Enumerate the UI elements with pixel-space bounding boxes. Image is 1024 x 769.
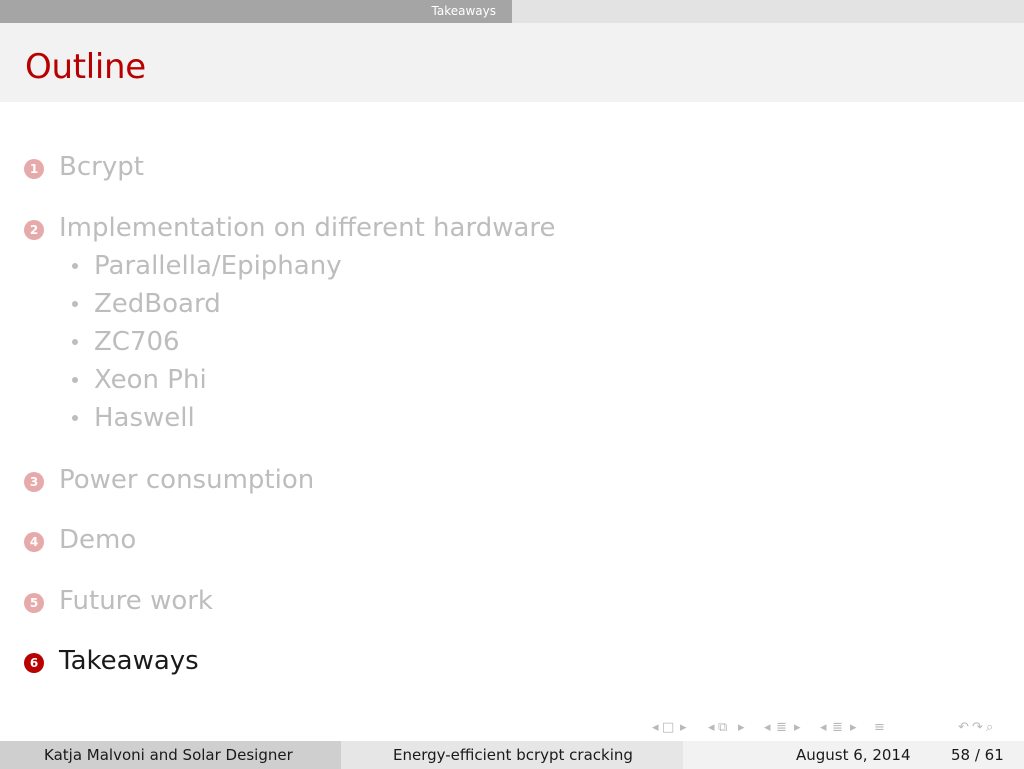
bullet-icon [72, 377, 78, 383]
subsection-back-icon[interactable]: ◂ [708, 718, 715, 738]
subsection-forward-icon[interactable]: ▸ [738, 718, 745, 738]
forward-icon[interactable]: ↷ [972, 718, 983, 738]
footer-talk-title: Energy-efficient bcrypt cracking [393, 746, 633, 764]
back-icon[interactable]: ↶ [958, 718, 969, 738]
section-label[interactable]: Takeaways [59, 646, 199, 676]
bullet-icon [72, 263, 78, 269]
subsection-label[interactable]: Haswell [94, 403, 195, 433]
section-label[interactable]: Demo [59, 525, 136, 555]
outline-subsection[interactable]: ZC706 [24, 327, 624, 357]
appendix-forward-icon[interactable]: ▸ [850, 718, 857, 738]
section-navigation-icon[interactable]: ≣ [776, 718, 787, 738]
bullet-icon [72, 339, 78, 345]
section-label[interactable]: Bcrypt [59, 152, 144, 182]
outline-subsection[interactable]: ZedBoard [24, 289, 624, 319]
subsection-label[interactable]: ZC706 [94, 327, 180, 357]
frame-forward-icon[interactable]: ▸ [680, 718, 687, 738]
section-back-icon[interactable]: ◂ [764, 718, 771, 738]
footer-authors: Katja Malvoni and Solar Designer [44, 746, 293, 764]
align-icon[interactable]: ≡ [874, 718, 885, 738]
outline-subsection[interactable]: Parallella/Epiphany [24, 251, 624, 281]
section-forward-icon[interactable]: ▸ [794, 718, 801, 738]
section-number-badge: 4 [24, 532, 44, 552]
footer-page-number: 58 / 61 [951, 746, 1004, 764]
section-number-badge: 5 [24, 593, 44, 613]
footer-title-box: Energy-efficient bcrypt cracking [341, 741, 683, 769]
outline-subsection[interactable]: Xeon Phi [24, 365, 624, 395]
appendix-navigation-icon[interactable]: ≣ [832, 718, 843, 738]
navigation-symbols: ◂ □ ▸ ◂ ⧉ ▸ ◂ ≣ ▸ ◂ ≣ ▸ ≡ ↶ ↷ ⌕ [652, 718, 1012, 738]
section-number-badge: 3 [24, 472, 44, 492]
footer-authors-box: Katja Malvoni and Solar Designer [0, 741, 341, 769]
outline-subsection[interactable]: Haswell [24, 403, 624, 433]
footer-date: August 6, 2014 [796, 746, 911, 764]
subsection-label[interactable]: Parallella/Epiphany [94, 251, 342, 281]
section-label[interactable]: Implementation on different hardware [59, 213, 556, 243]
section-label[interactable]: Power consumption [59, 465, 314, 495]
appendix-back-icon[interactable]: ◂ [820, 718, 827, 738]
subsection-navigation-icon[interactable]: ⧉ [718, 718, 727, 738]
bullet-icon [72, 301, 78, 307]
section-number-badge: 2 [24, 220, 44, 240]
frame-back-icon[interactable]: ◂ [652, 718, 659, 738]
outline-list: 1 Bcrypt 2 Implementation on different hard… [0, 0, 1024, 700]
bullet-icon [72, 415, 78, 421]
footer: Katja Malvoni and Solar Designer Energy-… [0, 741, 1024, 769]
section-number-badge: 6 [24, 653, 44, 673]
section-number-badge: 1 [24, 159, 44, 179]
section-label[interactable]: Future work [59, 586, 213, 616]
subsection-label[interactable]: Xeon Phi [94, 365, 207, 395]
frame-navigation-icon[interactable]: □ [662, 718, 674, 738]
search-icon[interactable]: ⌕ [986, 718, 993, 738]
subsection-label[interactable]: ZedBoard [94, 289, 221, 319]
